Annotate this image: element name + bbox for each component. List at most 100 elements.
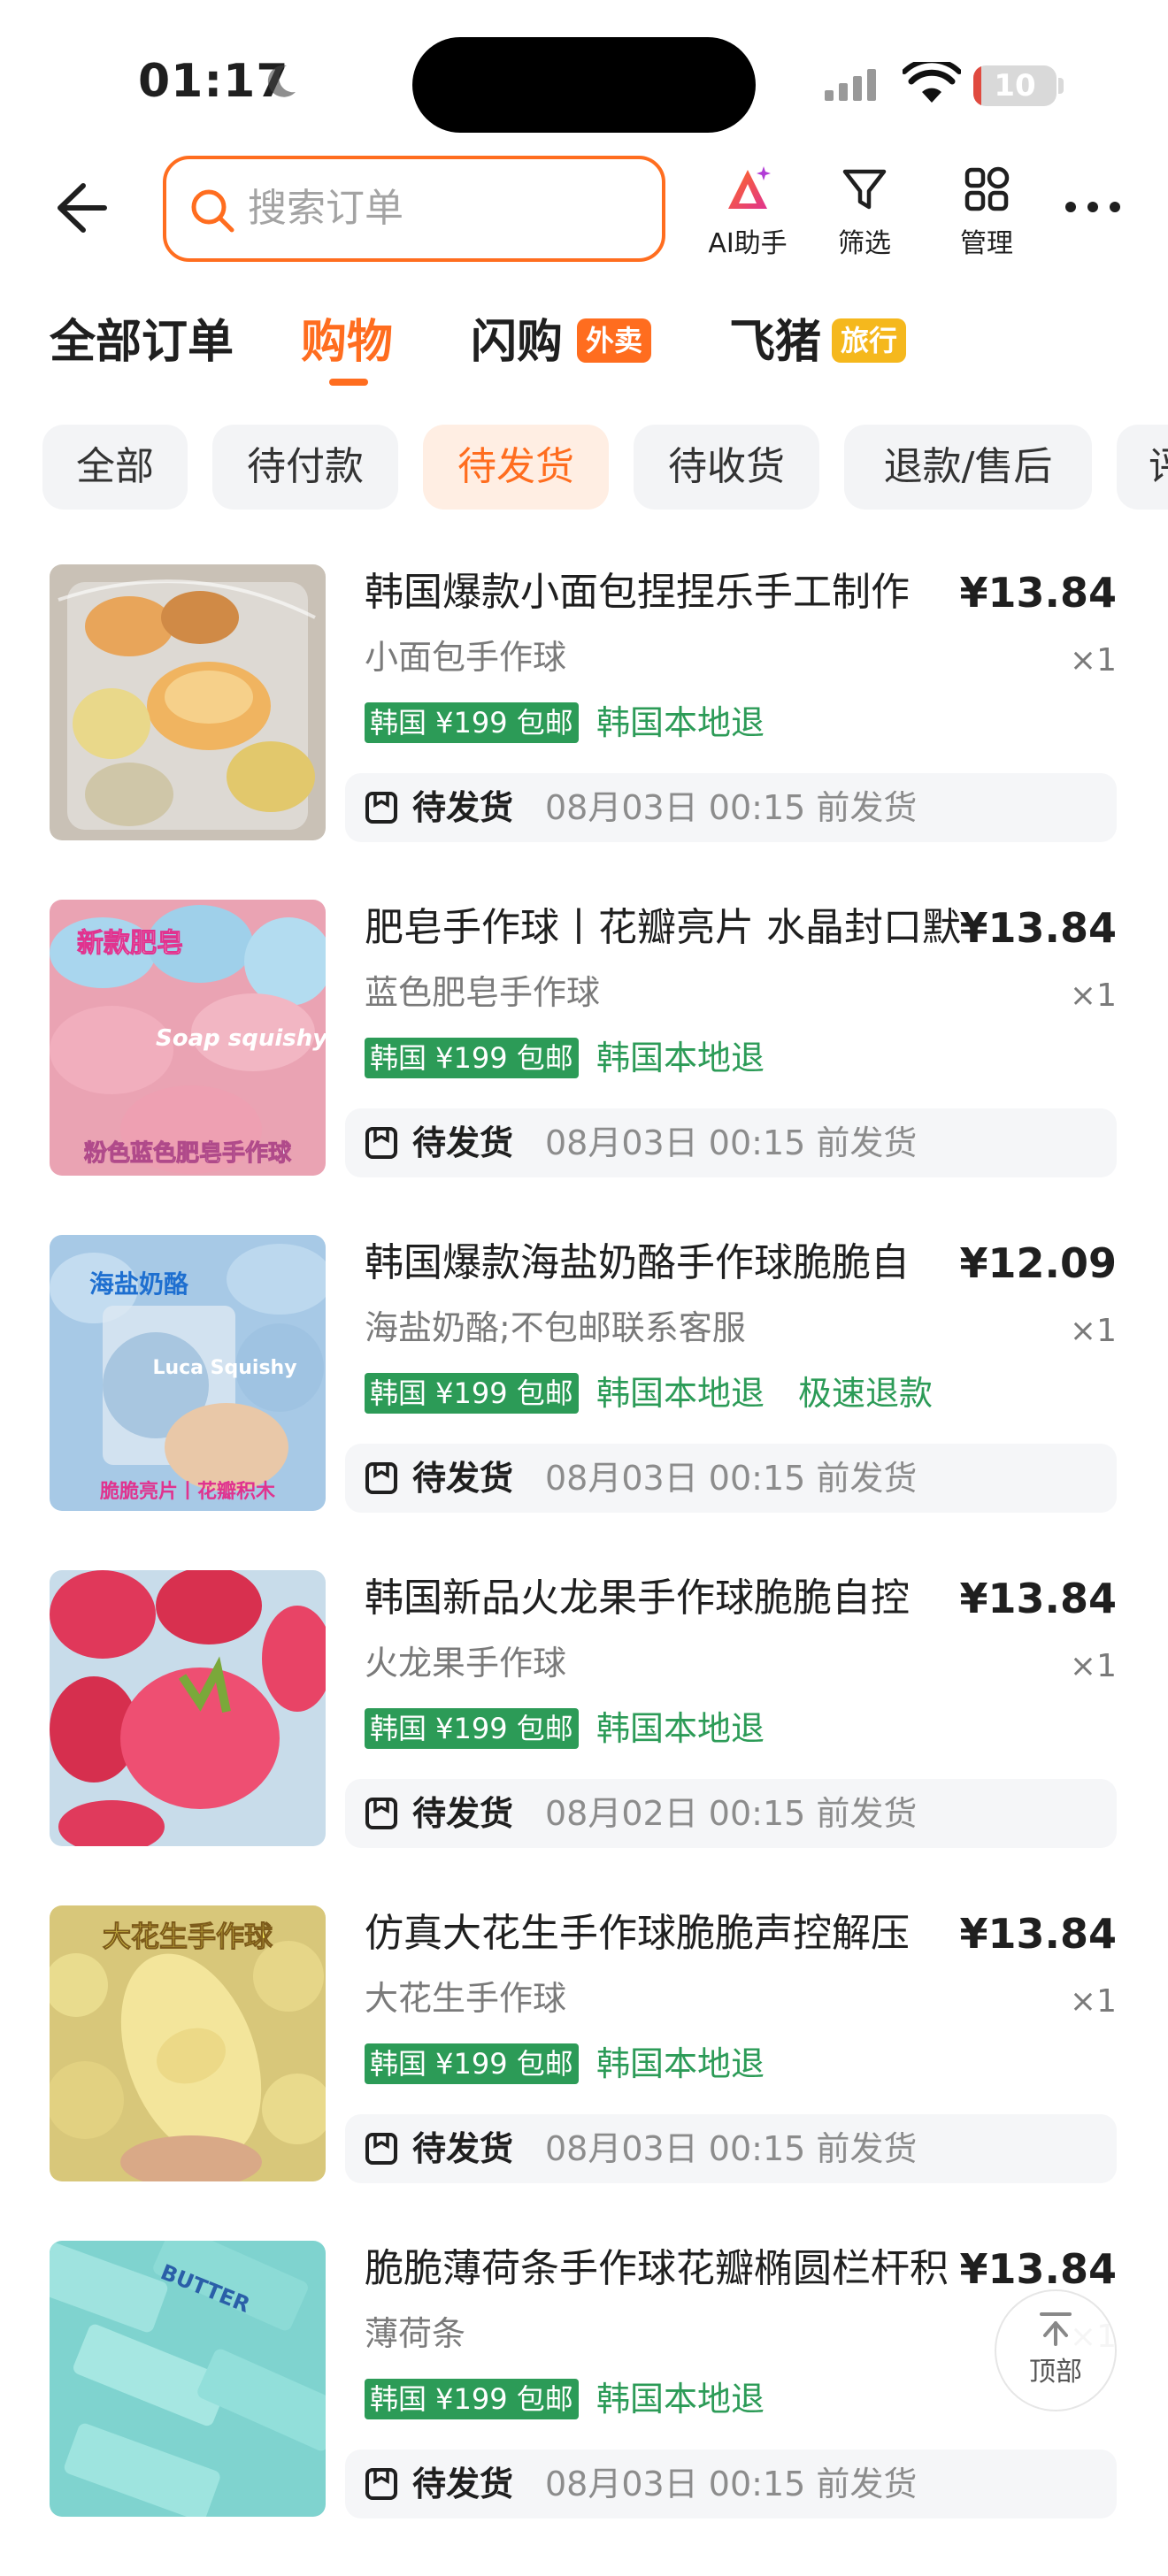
product-quantity: ×1 — [1069, 1983, 1117, 2020]
order-status: 待发货 — [412, 2129, 514, 2168]
grid-manage-icon — [964, 166, 1010, 211]
cellular-signal-icon — [825, 69, 876, 101]
product-thumbnail[interactable]: 海盐奶酪 Luca Squishy 脆脆亮片丨花瓣积木 — [50, 1235, 326, 1511]
wifi-icon — [903, 62, 961, 103]
free-shipping-badge: 韩国 ¥199 包邮 — [365, 702, 579, 743]
package-box-icon — [365, 2133, 397, 2165]
order-item[interactable]: 韩国爆款小面包捏捏乐手工制作 ¥13.84 小面包手作球 ×1 韩国 ¥199 … — [0, 564, 1168, 900]
package-box-icon — [365, 1127, 397, 1159]
local-return-tag: 韩国本地退 — [596, 2044, 765, 2083]
order-item[interactable]: 大花生手作球 仿真大花生手作球脆脆声控解压 ¥13.84 大花生手作球 ×1 韩… — [0, 1905, 1168, 2241]
shipping-status-bar[interactable]: 待发货 08月03日 00:15 前发货 — [345, 1444, 1117, 1513]
package-box-icon — [365, 1798, 397, 1829]
package-box-icon — [365, 1462, 397, 1494]
ai-assistant-label: AI助手 — [708, 228, 788, 259]
product-thumbnail[interactable]: 大花生手作球 — [50, 1905, 326, 2181]
back-to-top-button[interactable]: 顶部 — [995, 2289, 1117, 2411]
order-item[interactable]: 海盐奶酪 Luca Squishy 脆脆亮片丨花瓣积木 韩国爆款海盐奶酪手作球脆… — [0, 1235, 1168, 1570]
ship-deadline: 08月03日 00:15 前发货 — [545, 2465, 918, 2503]
status-bar: 01:17 10 — [0, 0, 1168, 150]
free-shipping-badge: 韩国 ¥199 包邮 — [365, 2379, 579, 2419]
dragon-fruit-squishy-image — [50, 1570, 326, 1846]
tab-shopping[interactable]: 购物 — [301, 311, 393, 373]
search-placeholder: 搜索订单 — [248, 186, 403, 231]
manage-label: 管理 — [960, 228, 1013, 259]
filter-button[interactable]: 筛选 — [816, 163, 913, 260]
product-variant: 海盐奶酪;不包邮联系客服 — [365, 1308, 746, 1347]
order-item[interactable]: BUTTER 脆脆薄荷条手作球花瓣椭圆栏杆积 ¥13.84 薄荷条 ×1 韩国 … — [0, 2241, 1168, 2576]
product-title[interactable]: 韩国新品火龙果手作球脆脆自控 — [365, 1572, 966, 1625]
product-quantity: ×1 — [1069, 1648, 1117, 1684]
product-variant: 薄荷条 — [365, 2314, 466, 2353]
product-price: ¥13.84 — [959, 1575, 1117, 1622]
shipping-status-bar[interactable]: 待发货 08月02日 00:15 前发货 — [345, 1779, 1117, 1848]
image-text: 大花生手作球 — [102, 1920, 273, 1954]
product-price: ¥13.84 — [959, 569, 1117, 617]
tab-flash-buy[interactable]: 闪购 — [471, 311, 563, 373]
product-title[interactable]: 仿真大花生手作球脆脆声控解压 — [365, 1907, 966, 1960]
local-return-tag: 韩国本地退 — [596, 1709, 765, 1748]
product-variant: 大花生手作球 — [365, 1979, 567, 2018]
more-dots-icon[interactable] — [1062, 196, 1124, 218]
search-icon — [191, 189, 234, 233]
travel-badge: 旅行 — [832, 318, 907, 363]
filter-label: 筛选 — [838, 228, 891, 259]
shipping-status-bar[interactable]: 待发货 08月03日 00:15 前发货 — [345, 1108, 1117, 1177]
product-quantity: ×1 — [1069, 978, 1117, 1014]
shipping-status-bar[interactable]: 待发货 08月03日 00:15 前发货 — [345, 2114, 1117, 2183]
order-item[interactable]: 新款肥皂 Soap squishy 粉色蓝色肥皂手作球 肥皂手作球丨花瓣亮片 水… — [0, 900, 1168, 1235]
ship-deadline: 08月03日 00:15 前发货 — [545, 1459, 918, 1498]
product-title[interactable]: 韩国爆款小面包捏捏乐手工制作 — [365, 566, 966, 619]
ship-deadline: 08月03日 00:15 前发货 — [545, 2129, 918, 2168]
image-text: Luca Squishy — [152, 1357, 297, 1379]
local-return-tag: 韩国本地退 — [596, 1374, 765, 1413]
back-to-top-label: 顶部 — [1029, 2357, 1082, 2388]
filter-chip-all[interactable]: 全部 — [42, 425, 188, 510]
battery-indicator: 10 — [973, 65, 1057, 106]
filter-icon — [842, 169, 887, 210]
product-thumbnail[interactable]: BUTTER — [50, 2241, 326, 2517]
filter-chip-pending-shipment[interactable]: 待发货 — [423, 425, 609, 510]
order-item[interactable]: 韩国新品火龙果手作球脆脆自控 ¥13.84 火龙果手作球 ×1 韩国 ¥199 … — [0, 1570, 1168, 1905]
image-text: Soap squishy — [156, 1025, 326, 1052]
takeout-badge: 外卖 — [577, 318, 652, 363]
product-title[interactable]: 肥皂手作球丨花瓣亮片 水晶封口默 — [365, 901, 966, 954]
fast-refund-tag: 极速退款 — [798, 1374, 934, 1413]
free-shipping-badge: 韩国 ¥199 包邮 — [365, 2043, 579, 2084]
product-thumbnail[interactable]: 新款肥皂 Soap squishy 粉色蓝色肥皂手作球 — [50, 900, 326, 1176]
shipping-status-bar[interactable]: 待发货 08月03日 00:15 前发货 — [345, 2450, 1117, 2518]
order-status: 待发货 — [412, 1459, 514, 1498]
search-input[interactable]: 搜索订单 — [163, 156, 665, 262]
product-thumbnail[interactable] — [50, 564, 326, 840]
product-price: ¥13.84 — [959, 1910, 1117, 1958]
tab-fliggy[interactable]: 飞猪 — [729, 311, 821, 373]
tab-all-orders[interactable]: 全部订单 — [50, 311, 234, 373]
product-variant: 蓝色肥皂手作球 — [365, 973, 601, 1012]
order-status: 待发货 — [412, 1123, 514, 1162]
dynamic-island — [412, 37, 756, 133]
filter-chip-refund[interactable]: 退款/售后 — [844, 425, 1092, 510]
filter-chip-pending-payment[interactable]: 待付款 — [212, 425, 398, 510]
ship-deadline: 08月02日 00:15 前发货 — [545, 1794, 918, 1833]
back-arrow-icon[interactable] — [48, 177, 110, 239]
manage-button[interactable]: 管理 — [938, 163, 1035, 260]
bread-squishy-image — [50, 564, 326, 840]
filter-chip-pending-receipt[interactable]: 待收货 — [634, 425, 819, 510]
product-title[interactable]: 韩国爆款海盐奶酪手作球脆脆自 — [365, 1237, 966, 1290]
product-variant: 小面包手作球 — [365, 638, 567, 677]
product-price: ¥13.84 — [959, 2245, 1117, 2293]
order-status: 待发货 — [412, 1794, 514, 1833]
free-shipping-badge: 韩国 ¥199 包邮 — [365, 1708, 579, 1749]
product-title[interactable]: 脆脆薄荷条手作球花瓣椭圆栏杆积 — [365, 2242, 966, 2296]
arrow-up-icon — [1040, 2312, 1072, 2346]
shipping-status-bar[interactable]: 待发货 08月03日 00:15 前发货 — [345, 773, 1117, 842]
product-thumbnail[interactable] — [50, 1570, 326, 1846]
local-return-tag: 韩国本地退 — [596, 1039, 765, 1077]
ship-deadline: 08月03日 00:15 前发货 — [545, 1123, 918, 1162]
order-status: 待发货 — [412, 2465, 514, 2503]
product-quantity: ×1 — [1069, 642, 1117, 678]
filter-chip-review[interactable]: 评 — [1117, 425, 1168, 510]
local-return-tag: 韩国本地退 — [596, 703, 765, 742]
ai-assistant-button[interactable]: AI助手 — [699, 163, 796, 260]
order-status: 待发货 — [412, 788, 514, 827]
